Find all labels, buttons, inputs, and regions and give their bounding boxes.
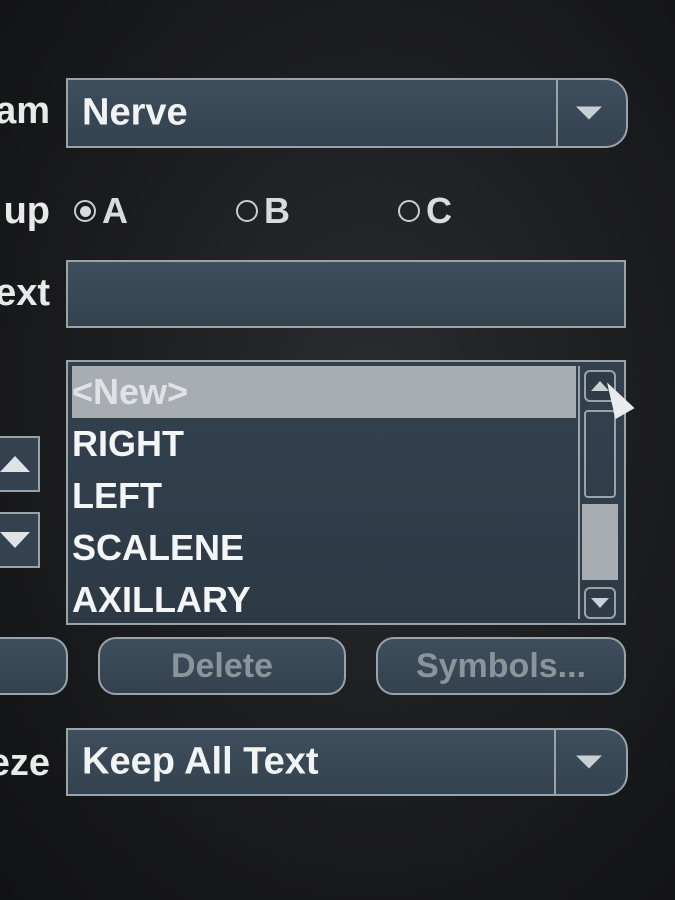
scroll-down-icon (591, 598, 609, 608)
move-up-button[interactable] (0, 436, 40, 492)
radio-label-c: C (426, 190, 452, 231)
scroll-down-button[interactable] (584, 587, 616, 619)
radio-group-a[interactable]: A (74, 190, 128, 232)
symbols-button[interactable]: Symbols... (376, 637, 626, 695)
scrollbar-track[interactable] (584, 410, 616, 498)
list-item[interactable]: LEFT (72, 470, 162, 522)
scrollbar-thumb[interactable] (582, 504, 618, 580)
delete-button[interactable]: Delete (98, 637, 346, 695)
move-down-button[interactable] (0, 512, 40, 568)
group-label: up (3, 190, 50, 232)
radio-unselected-icon (236, 200, 258, 222)
arrow-up-icon (0, 456, 30, 472)
list-item[interactable]: RIGHT (72, 418, 184, 470)
text-label: ext (0, 272, 50, 314)
program-dropdown-value: Nerve (82, 91, 188, 134)
text-input[interactable] (66, 260, 626, 328)
annotation-list[interactable]: <New> RIGHT LEFT SCALENE AXILLARY (66, 360, 626, 625)
chevron-down-icon[interactable] (576, 755, 602, 769)
list-item[interactable]: AXILLARY (72, 574, 251, 626)
radio-selected-icon (74, 200, 96, 222)
program-dropdown[interactable]: Nerve (66, 78, 628, 148)
radio-label-a: A (102, 190, 128, 231)
list-item[interactable]: <New> (72, 366, 576, 418)
radio-group-c[interactable]: C (398, 190, 452, 232)
radio-group-b[interactable]: B (236, 190, 290, 232)
chevron-down-icon[interactable] (576, 106, 602, 120)
list-item[interactable]: SCALENE (72, 522, 244, 574)
program-label: am (0, 90, 50, 132)
radio-label-b: B (264, 190, 290, 231)
freeze-label: eze (0, 742, 50, 784)
arrow-down-icon (0, 532, 30, 548)
partial-button[interactable] (0, 637, 68, 695)
freeze-dropdown[interactable]: Keep All Text (66, 728, 628, 796)
radio-unselected-icon (398, 200, 420, 222)
freeze-dropdown-value: Keep All Text (82, 740, 319, 783)
